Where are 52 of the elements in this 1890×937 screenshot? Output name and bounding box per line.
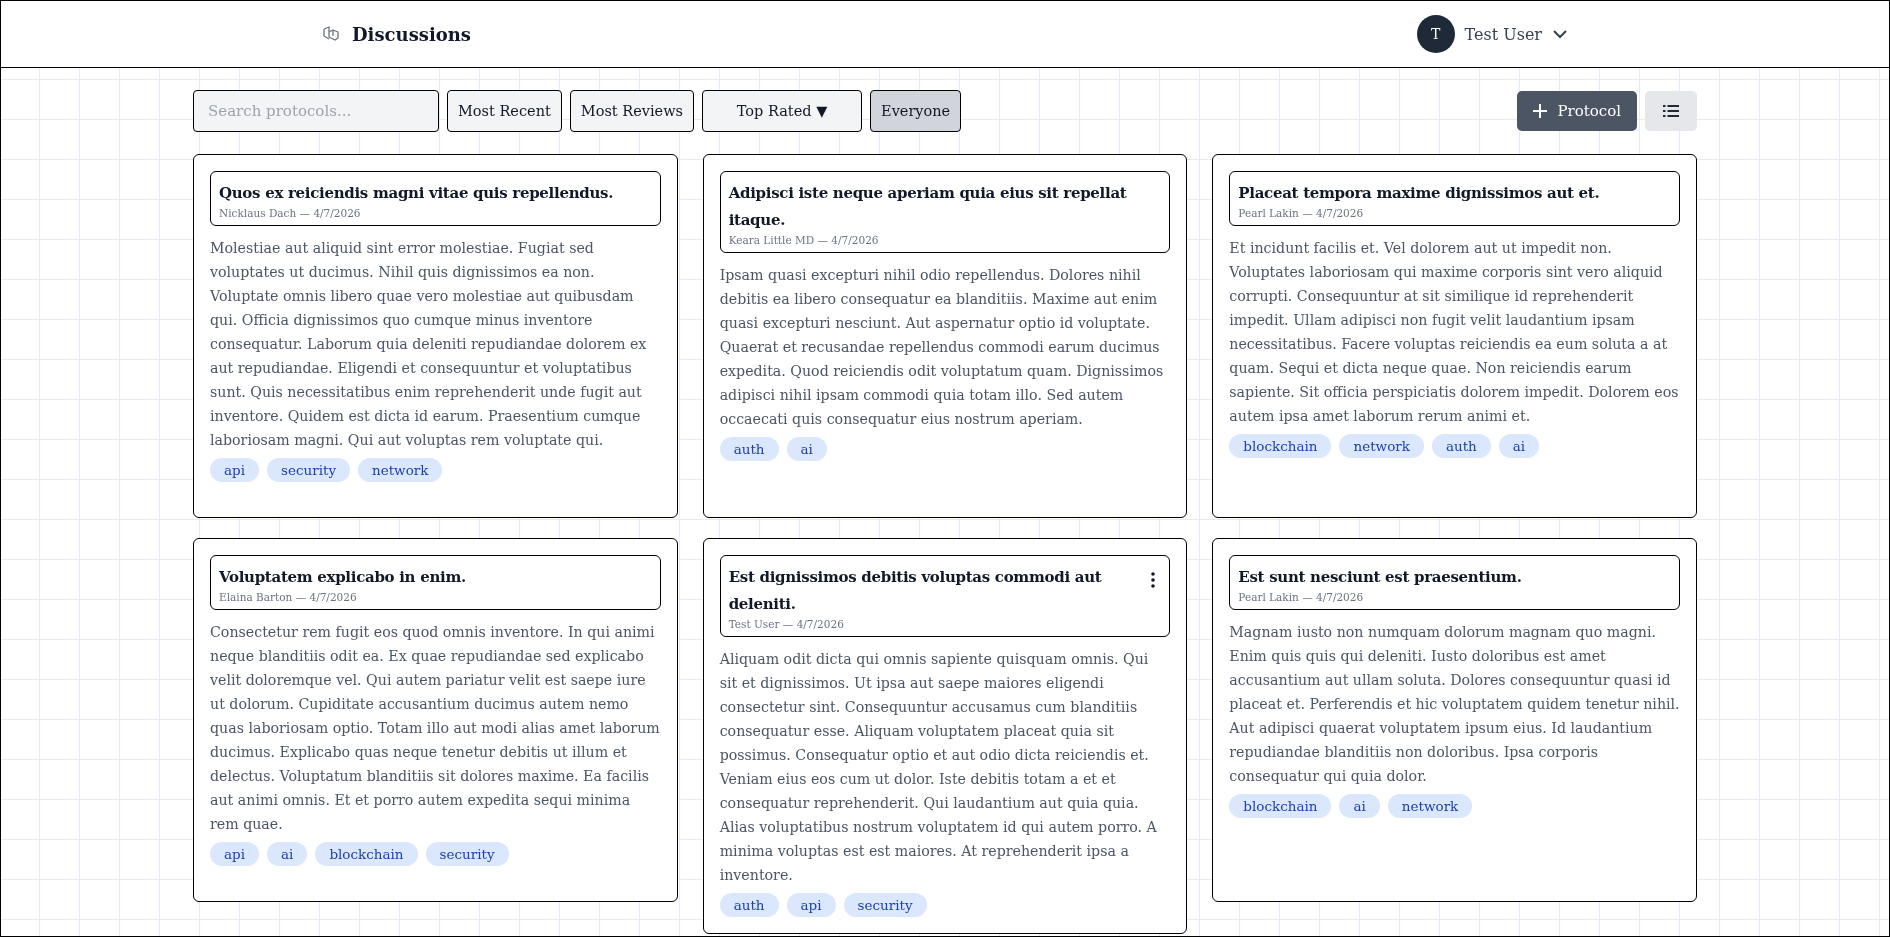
app-title: Discussions	[352, 23, 471, 45]
tag[interactable]: api	[210, 458, 259, 482]
post-body: Consectetur rem fugit eos quod omnis inventore. In qui animi neque blanditiis odit ea. Ex quae repudiandae sed explicabo velit doloremque vel. Qui autem pariatur velit est saepe iure ut dolorum. Cupiditate accusantium ducimus autem nemo quas laboriosam optio. Totam illo aut modi alias amet laborum ducimus. Explicabo quas neque tenetur debitis ut illum et delectus. Voluptatum blanditiis sit dolores maxime. Ea facilis aut animi omnis. Et et porro autem expedita sequi minima rem quae.	[210, 623, 661, 834]
post-title: Placeat tempora maxime dignissimos aut et.	[1238, 183, 1600, 204]
post-title: Est dignissimos debitis voluptas commodi aut deleniti.	[728, 567, 1103, 615]
user-menu[interactable]: T Test User	[1416, 15, 1568, 53]
tag[interactable]: auth	[719, 437, 779, 461]
post-meta: Keara Little MD — 4/7/2026	[728, 234, 880, 246]
tag[interactable]: security	[843, 893, 927, 917]
tag[interactable]: api	[210, 842, 259, 866]
post-title: Voluptatem explicabo in enim.	[219, 567, 466, 588]
logo-icon	[322, 25, 340, 43]
tag[interactable]: api	[786, 893, 836, 917]
filter-button[interactable]: Everyone	[870, 90, 962, 132]
tag[interactable]: network	[1339, 434, 1424, 458]
plus-icon	[1533, 104, 1548, 118]
list-icon	[1663, 105, 1679, 117]
tag[interactable]: network	[1387, 794, 1473, 818]
post-title: Est sunt nesciunt est praesentium.	[1238, 567, 1522, 588]
filter-button[interactable]: Most Recent	[447, 90, 562, 132]
tag[interactable]: blockchain	[315, 842, 418, 866]
post-title: Adipisci iste neque aperiam quia eius sit repellat itaque.	[728, 183, 1128, 231]
search-field[interactable]: Search protocols...	[193, 90, 439, 132]
filter-button[interactable]: Top Rated ▼	[702, 90, 863, 132]
post-meta: Test User — 4/7/2026	[728, 618, 845, 630]
tag[interactable]: security	[425, 842, 509, 866]
post-body: Aliquam odit dicta qui omnis sapiente quisquam omnis. Qui sit et dignissimos. Ut ipsa aut saepe maiores eligendi consectetur sint. Consequuntur accusamus cum blanditiis consequatur esse. Aliquam voluptatem placeat quia sit possimus. Consequatur optio et aut odio dicta reiciendis et. Veniam eius eos cum ut dolor. Iste debitis totam a et et consequatur reprehenderit. Qui laudantium aut quia quia. Alias voluptatibus nostrum voluptatem id qui autem porro. A minima voluptas est est maiores. At reprehenderit ipsa a inventore.	[719, 650, 1158, 885]
list-view-button[interactable]	[1645, 91, 1697, 131]
tag[interactable]: ai	[786, 437, 827, 461]
post-meta: Elaina Barton — 4/7/2026	[219, 591, 358, 603]
post-meta: Pearl Lakin — 4/7/2026	[1238, 207, 1365, 219]
post-title: Quos ex reiciendis magni vitae quis repellendus.	[219, 183, 614, 204]
tag[interactable]: blockchain	[1229, 434, 1332, 458]
tag[interactable]: security	[267, 458, 350, 482]
post-body: Et incidunt facilis et. Vel dolorem aut ut impedit non. Voluptates laboriosam qui maxime corporis sint vero aliquid corrupti. Consequuntur at sit similique id reprehenderit impedit. Ullam adipisci non fugit velit laudantium ipsam necessitatibus. Facere voluptas reiciendis ea eum soluta a at quam. Sequi et dicta neque quae. Non reiciendis earum sapiente. Sit officia perspiciatis dolorem impedit. Dolorem eos autem ipsa amet laborum rerum animi et.	[1229, 239, 1680, 426]
post-body: Molestiae aut aliquid sint error molestiae. Fugiat sed voluptates ut ducimus. Nihil quis dignissimos ea non. Voluptate omnis libero quae vero molestiae aut quibusdam qui. Officia dignissimos quo cumque minus inventore consequatur. Laborum quia deleniti repudiandae dolorem ex aut repudiandae. Eligendi et consequuntur et voluptatibus sunt. Quis necessitatibus enim reprehenderit unde fugit aut inventore. Quidem est dicta id earum. Praesentium cumque laboriosam magni. Qui aut voluptas rem voluptate qui.	[210, 239, 648, 450]
tag[interactable]: ai	[1498, 434, 1540, 458]
avatar: T	[1416, 15, 1455, 53]
post-body: Magnam iusto non numquam dolorum magnam quo magni. Enim quis quis qui deleniti. Iusto doloribus est amet accusantium aut ullam soluta. Dolores consequuntur quasi id placeat et. Perferendis et hic voluptatem quidem tenetur nihil. Aut adipisci quaerat voluptatem ipsum eius. Id laudantium repudiandae blanditiis non doloribus. Ipsa corporis consequatur qui quia dolor.	[1229, 623, 1680, 786]
tag[interactable]: ai	[1339, 794, 1380, 818]
new-protocol-button[interactable]: Protocol	[1517, 91, 1637, 131]
post-meta: Pearl Lakin — 4/7/2026	[1238, 591, 1365, 603]
post-meta: Nicklaus Dach — 4/7/2026	[219, 207, 362, 219]
tag[interactable]: network	[358, 458, 443, 482]
chevron-down-icon	[1552, 29, 1568, 39]
tag[interactable]: blockchain	[1229, 794, 1332, 818]
post-body: Ipsam quasi excepturi nihil odio repellendus. Dolores nihil debitis ea libero consequatur ea blanditiis. Maxime aut enim quasi excepturi nesciunt. Aut aspernatur optio id voluptate. Quaerat et recusandae repellendus commodi earum ducimus expedita. Quod reiciendis odit voluptatum quam. Dignissimos adipisci nihil ipsam commodi quia totam illo. Sed autem occaecati quis consequatur eius nostrum aperiam.	[719, 266, 1165, 429]
tag[interactable]: ai	[267, 842, 308, 866]
tag[interactable]: auth	[1431, 434, 1491, 458]
more-vertical-icon	[1151, 572, 1156, 588]
tag[interactable]: auth	[719, 893, 779, 917]
filter-button[interactable]: Most Reviews	[569, 90, 695, 132]
